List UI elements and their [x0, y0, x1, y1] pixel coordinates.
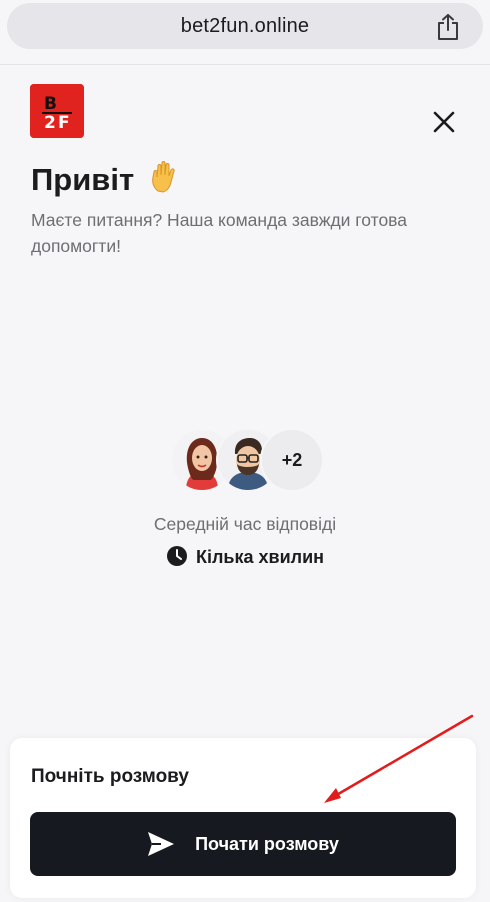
start-conversation-card: Почніть розмову Почати розмову	[10, 738, 476, 898]
start-conversation-title: Почніть розмову	[31, 766, 189, 787]
welcome-subtitle: Маєте питання? Наша команда завжди готов…	[31, 210, 408, 256]
send-icon	[148, 832, 175, 856]
svg-text:2: 2	[44, 113, 56, 133]
response-time-text: Кілька хвилин	[195, 547, 325, 567]
more-agents-badge: +2	[260, 428, 324, 492]
chat-widget-page: bet2fun.online B 2 F Привіт Маєте питанн…	[0, 0, 490, 902]
svg-text:F: F	[58, 113, 70, 133]
close-icon[interactable]	[430, 108, 458, 136]
b2f-logo-icon: B 2 F	[30, 84, 84, 138]
share-icon[interactable]	[435, 13, 461, 41]
team-avatars: +2	[170, 428, 324, 492]
start-conversation-label: Почати розмову	[195, 833, 339, 854]
greeting-text: Привіт	[31, 162, 135, 197]
address-bar[interactable]: bet2fun.online	[7, 3, 483, 49]
waving-hand-icon	[151, 161, 175, 193]
start-conversation-button[interactable]: Почати розмову	[30, 812, 456, 876]
response-time-label: Середній час відповіді	[153, 514, 337, 534]
browser-toolbar: bet2fun.online	[0, 0, 490, 65]
svg-text:B: B	[44, 94, 57, 114]
clock-icon	[166, 546, 187, 566]
response-time-value: Кілька хвилин	[0, 545, 490, 568]
greeting-heading: Привіт	[31, 160, 179, 198]
url-text[interactable]: bet2fun.online	[7, 15, 483, 38]
brand-logo: B 2 F	[30, 84, 84, 138]
